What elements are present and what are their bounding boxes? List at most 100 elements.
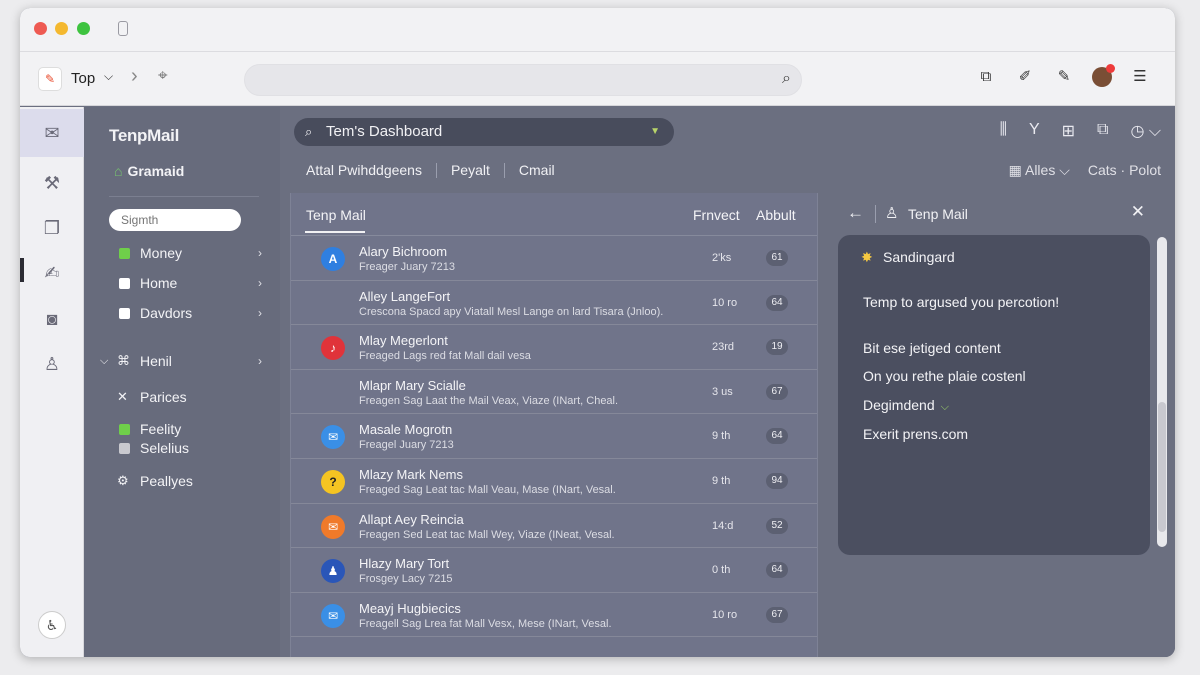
sidebar-search-input[interactable] [109,209,241,231]
close-icon[interactable]: ✕ [1131,202,1145,222]
header-right-controls: ▦ Alles ⌵ Cats · Polot [1009,162,1161,179]
sidebar-item-label: Money [140,245,183,261]
message-preview: Freagel Juary 7213 [359,439,454,452]
header-icons: ⫼ Y ⊞ ⧉ ◷ ⌵ [1000,121,1161,141]
rail-active-marker [20,258,24,282]
sidebar-item-money[interactable]: Money › [84,241,280,265]
folder-color-swatch [119,278,130,289]
sidebar-item-henil[interactable]: ⌵ ⌘ Henil › [84,349,280,373]
sidebar-item-peallyes[interactable]: ⚙ Peallyes [84,469,280,493]
message-preview: Freaged Sag Leat tac Mall Veau, Mase (IN… [359,483,616,496]
message-badge: 64 [766,562,788,579]
sidebar-item-home[interactable]: Home › [84,271,280,295]
message-row[interactable]: ✉ Masale Mogrotn Freagel Juary 7213 9 th 64 [291,414,817,459]
sidebar-item-selelius[interactable]: Selelius [84,436,280,460]
message-row[interactable]: ✉ Allapt Aey Reincia Freagen Sed Leat tac … [291,504,817,549]
account-icon: ⌂ [114,163,123,179]
sender-name: Meayj Hugbiecics [359,600,461,616]
sidebar-divider [109,196,259,197]
sender-name: Alley LangeFort [359,288,451,304]
message-rows: A Alary Bichroom Freager Juary 7213 2'ks 61 A… [291,236,817,638]
minimize-window-button[interactable] [55,22,68,35]
message-time: 2'ks [712,252,732,264]
app-rail: ✉ ⚒ ❐ ✍ ◙ ♙ ♿ [20,107,84,657]
tab-title[interactable]: Top [71,70,95,87]
sender-avatar-icon: ♪ [321,336,345,361]
notes-icon[interactable]: ✍ [20,249,84,297]
message-time: 9 th [712,474,731,487]
user-icon[interactable]: ♙ [20,340,84,388]
filter-tab[interactable]: Cmail [519,162,555,178]
layout-icon[interactable]: ⧉ [1097,121,1108,141]
user-icon: ♙ [885,205,899,222]
browser-toolbar: ✎ Top ⌵ › ⌖ ⌕ ⧉ ✐ ✎ ☰ [20,52,1175,106]
filter-tab[interactable]: Attal Pwihddgeens [306,162,422,178]
divider [503,162,505,178]
screenshot-icon[interactable]: ⧉ [975,66,997,88]
close-window-button[interactable] [34,22,47,35]
clock-icon[interactable]: ◷ ⌵ [1130,121,1161,141]
grid-icon[interactable]: ⊞ [1062,121,1075,141]
columns-icon[interactable]: ⫼ [1000,121,1007,141]
privacy-shield-icon[interactable] [118,21,128,36]
tools-icon[interactable]: ⚒ [20,159,84,207]
menu-icon[interactable]: ☰ [1129,66,1151,88]
profile-avatar[interactable] [1092,64,1115,87]
dashboard-selector[interactable]: ⌕ Tem's Dashboard ▼ [294,118,674,146]
pin-icon[interactable]: ✐ [1014,66,1036,88]
accessibility-icon[interactable]: ♿ [38,611,66,639]
message-badge: 19 [766,339,788,356]
scrollbar-thumb[interactable] [1158,402,1166,532]
edit-icon[interactable]: ✎ [1053,66,1075,88]
list-title[interactable]: Tenp Mail [306,207,366,223]
message-row[interactable]: ? Mlazy Mark Nems Freaged Sag Leat tac Mal… [291,459,817,504]
chevron-down-icon: ⌵ [940,401,949,413]
card-heading: Sandingard [883,249,955,265]
message-badge: 61 [766,250,788,266]
forward-arrow-icon[interactable]: › [131,65,138,88]
camera-icon[interactable]: ◙ [20,295,84,343]
card-dropdown[interactable]: Degimdend ⌵ [863,397,949,414]
search-icon[interactable]: ⌕ [782,70,791,88]
chevron-down-icon[interactable]: ⌵ [100,349,108,373]
address-bar[interactable]: ⌕ [244,64,802,96]
sidebar-item-davdors[interactable]: Davdors › [84,301,280,325]
alles-label: Alles [1024,162,1056,178]
mail-icon[interactable]: ✉ [20,109,84,157]
message-row[interactable]: Mlapr Mary Scialle Freagen Sag Laat the M… [291,370,817,415]
message-badge: 52 [766,517,788,534]
message-row[interactable]: ♟ Hlazy Mary Tort Frosgey Lacy 7215 0 th 64 [291,548,817,593]
column-header[interactable]: Frnvect [693,207,740,223]
message-time: 3 us [712,385,733,398]
card-link[interactable]: Exerit prens.com [863,426,968,442]
alles-dropdown[interactable]: ▦ Alles ⌵ [1009,162,1070,179]
sidebar-item-parices[interactable]: ✕ Parices [84,385,280,409]
column-header[interactable]: Abbult [756,207,796,223]
message-row[interactable]: ✉ Meayj Hugbiecics Freagell Sag Lrea fat M… [291,593,817,638]
folder-color-swatch [119,308,130,319]
scrollbar-track[interactable] [1157,237,1167,547]
chevron-right-icon: › [258,276,262,290]
filter-tab[interactable]: Peyalt [451,162,490,178]
message-row[interactable]: ♪ Mlay Megerlont Freaged Lags red fat Mall… [291,325,817,370]
detail-title: Tenp Mail [908,206,968,222]
maximize-window-button[interactable] [77,22,90,35]
cats-link[interactable]: Cats · Polot [1088,162,1161,179]
message-preview: Freagen Sed Leat tac Mall Wey, Viaze (IN… [359,528,615,541]
message-badge: 67 [766,383,788,400]
toolbar-icons: ⧉ ✐ ✎ ☰ [975,64,1151,88]
message-badge: 64 [766,428,788,445]
message-row[interactable]: A Alary Bichroom Freager Juary 7213 2'ks 61 [291,236,817,281]
message-time: 10 ro [712,608,738,621]
account-selector[interactable]: ⌂ Gramaid [114,163,184,179]
extensions-icon[interactable]: ⌖ [158,66,168,86]
card-line: On you rethe plaie costenl [863,368,1026,384]
main-header: ⌕ Tem's Dashboard ▼ ⫼ Y ⊞ ⧉ ◷ ⌵ Attal Pw… [280,107,1175,193]
filter-icon[interactable]: Y [1029,121,1040,141]
message-time: 14:d [712,519,734,532]
sender-avatar-icon: ✉ [321,603,345,628]
message-row[interactable]: Alley LangeFort Crescona Spacd apy Viatal… [291,281,817,326]
back-arrow-icon[interactable]: ← [847,203,864,223]
chevron-down-icon[interactable]: ⌵ [104,69,113,84]
copy-icon[interactable]: ❐ [20,204,84,252]
